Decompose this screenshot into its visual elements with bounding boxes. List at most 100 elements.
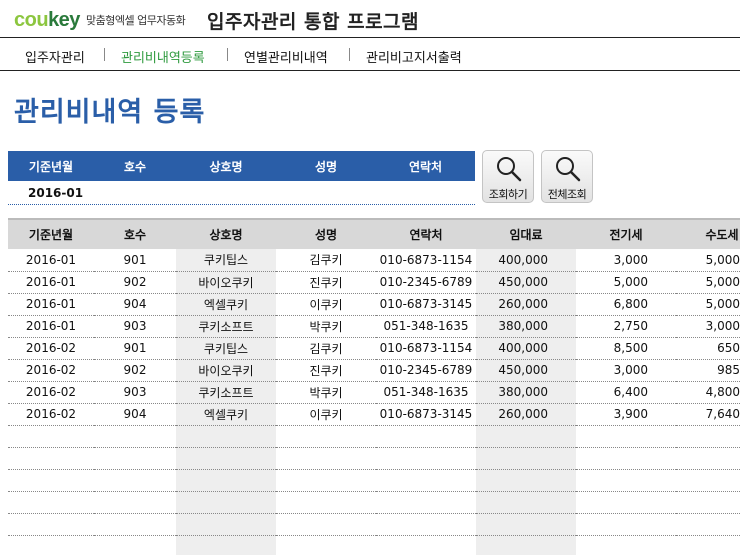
cell-rent[interactable]: 450,000 xyxy=(476,271,576,294)
empty-cell[interactable] xyxy=(376,469,476,492)
cell-unit[interactable]: 904 xyxy=(94,293,176,316)
table-row[interactable]: 2016-02 903 쿠키소프트 박쿠키 051-348-1635 380,000 6,4… xyxy=(8,381,740,404)
cell-month[interactable]: 2016-02 xyxy=(8,359,94,382)
cell-unit[interactable]: 903 xyxy=(94,381,176,404)
cell-unit[interactable]: 903 xyxy=(94,315,176,338)
empty-cell[interactable] xyxy=(8,535,94,555)
empty-cell[interactable] xyxy=(576,491,676,514)
empty-row[interactable] xyxy=(8,535,740,555)
empty-cell[interactable] xyxy=(676,425,740,448)
empty-cell[interactable] xyxy=(8,425,94,448)
empty-cell[interactable] xyxy=(94,513,176,536)
cell-water[interactable]: 985 xyxy=(676,359,740,382)
empty-cell[interactable] xyxy=(576,447,676,470)
empty-cell[interactable] xyxy=(476,535,576,555)
empty-cell[interactable] xyxy=(376,513,476,536)
cell-rent[interactable]: 450,000 xyxy=(476,359,576,382)
cell-unit[interactable]: 902 xyxy=(94,359,176,382)
nav-tab-fee-registration[interactable]: 관리비내역등록 xyxy=(121,47,205,66)
cell-rent[interactable]: 260,000 xyxy=(476,403,576,426)
cell-water[interactable]: 4,800 xyxy=(676,381,740,404)
empty-cell[interactable] xyxy=(176,425,276,448)
empty-cell[interactable] xyxy=(576,535,676,555)
cell-month[interactable]: 2016-02 xyxy=(8,337,94,360)
cell-month[interactable]: 2016-01 xyxy=(8,293,94,316)
cell-business[interactable]: 바이오쿠키 xyxy=(176,271,276,294)
empty-cell[interactable] xyxy=(576,469,676,492)
cell-water[interactable]: 650 xyxy=(676,337,740,360)
empty-cell[interactable] xyxy=(376,425,476,448)
empty-cell[interactable] xyxy=(476,425,576,448)
empty-cell[interactable] xyxy=(176,469,276,492)
cell-water[interactable]: 5,000 xyxy=(676,293,740,316)
nav-tab-print-notice[interactable]: 관리비고지서출력 xyxy=(366,47,462,66)
cell-rent[interactable]: 400,000 xyxy=(476,337,576,360)
empty-row[interactable] xyxy=(8,469,740,492)
nav-tab-annual-fees[interactable]: 연별관리비내역 xyxy=(244,47,328,66)
empty-cell[interactable] xyxy=(8,447,94,470)
empty-cell[interactable] xyxy=(276,469,376,492)
empty-cell[interactable] xyxy=(8,491,94,514)
cell-electric[interactable]: 2,750 xyxy=(576,315,676,338)
table-row[interactable]: 2016-02 902 바이오쿠키 진쿠키 010-2345-6789 450,000 3,… xyxy=(8,359,740,382)
empty-cell[interactable] xyxy=(94,535,176,555)
cell-month[interactable]: 2016-01 xyxy=(8,271,94,294)
cell-electric[interactable]: 3,000 xyxy=(576,359,676,382)
cell-business[interactable]: 쿠키팁스 xyxy=(176,249,276,272)
table-row[interactable]: 2016-01 901 쿠키팁스 김쿠키 010-6873-1154 400,000 3,0… xyxy=(8,249,740,272)
cell-business[interactable]: 쿠키팁스 xyxy=(176,337,276,360)
table-row[interactable]: 2016-02 904 엑셀쿠키 이쿠키 010-6873-3145 260,000 3,9… xyxy=(8,403,740,426)
cell-contact[interactable]: 010-6873-3145 xyxy=(376,403,476,426)
empty-cell[interactable] xyxy=(676,491,740,514)
empty-cell[interactable] xyxy=(476,469,576,492)
cell-business[interactable]: 쿠키소프트 xyxy=(176,381,276,404)
cell-electric[interactable]: 8,500 xyxy=(576,337,676,360)
cell-unit[interactable]: 901 xyxy=(94,337,176,360)
cell-business[interactable]: 엑셀쿠키 xyxy=(176,293,276,316)
cell-contact[interactable]: 010-2345-6789 xyxy=(376,271,476,294)
empty-cell[interactable] xyxy=(8,513,94,536)
cell-name[interactable]: 김쿠키 xyxy=(276,249,376,272)
cell-month[interactable]: 2016-02 xyxy=(8,381,94,404)
query-button[interactable]: 조회하기 xyxy=(482,150,534,203)
empty-cell[interactable] xyxy=(94,447,176,470)
cell-name[interactable]: 이쿠키 xyxy=(276,403,376,426)
cell-water[interactable]: 5,000 xyxy=(676,271,740,294)
empty-cell[interactable] xyxy=(94,491,176,514)
empty-cell[interactable] xyxy=(8,469,94,492)
empty-cell[interactable] xyxy=(176,535,276,555)
cell-unit[interactable]: 901 xyxy=(94,249,176,272)
empty-cell[interactable] xyxy=(676,513,740,536)
table-row[interactable]: 2016-01 904 엑셀쿠키 이쿠키 010-6873-3145 260,000 6,8… xyxy=(8,293,740,316)
cell-electric[interactable]: 6,800 xyxy=(576,293,676,316)
empty-cell[interactable] xyxy=(276,425,376,448)
cell-name[interactable]: 이쿠키 xyxy=(276,293,376,316)
empty-cell[interactable] xyxy=(176,447,276,470)
query-all-button[interactable]: 전체조회 xyxy=(541,150,593,203)
empty-cell[interactable] xyxy=(676,447,740,470)
empty-row[interactable] xyxy=(8,447,740,470)
empty-cell[interactable] xyxy=(476,447,576,470)
empty-cell[interactable] xyxy=(476,513,576,536)
search-month-input[interactable] xyxy=(28,186,108,200)
table-row[interactable]: 2016-01 902 바이오쿠키 진쿠키 010-2345-6789 450,000 5,… xyxy=(8,271,740,294)
empty-cell[interactable] xyxy=(176,491,276,514)
empty-row[interactable] xyxy=(8,425,740,448)
cell-name[interactable]: 박쿠키 xyxy=(276,315,376,338)
cell-electric[interactable]: 3,900 xyxy=(576,403,676,426)
cell-electric[interactable]: 3,000 xyxy=(576,249,676,272)
empty-cell[interactable] xyxy=(94,425,176,448)
table-row[interactable]: 2016-01 903 쿠키소프트 박쿠키 051-348-1635 380,000 2,7… xyxy=(8,315,740,338)
cell-month[interactable]: 2016-01 xyxy=(8,249,94,272)
empty-cell[interactable] xyxy=(676,469,740,492)
cell-name[interactable]: 진쿠키 xyxy=(276,359,376,382)
empty-cell[interactable] xyxy=(376,535,476,555)
cell-water[interactable]: 3,000 xyxy=(676,315,740,338)
empty-cell[interactable] xyxy=(176,513,276,536)
empty-cell[interactable] xyxy=(276,491,376,514)
empty-cell[interactable] xyxy=(576,513,676,536)
empty-row[interactable] xyxy=(8,491,740,514)
cell-month[interactable]: 2016-02 xyxy=(8,403,94,426)
cell-contact[interactable]: 010-6873-1154 xyxy=(376,337,476,360)
empty-cell[interactable] xyxy=(276,535,376,555)
